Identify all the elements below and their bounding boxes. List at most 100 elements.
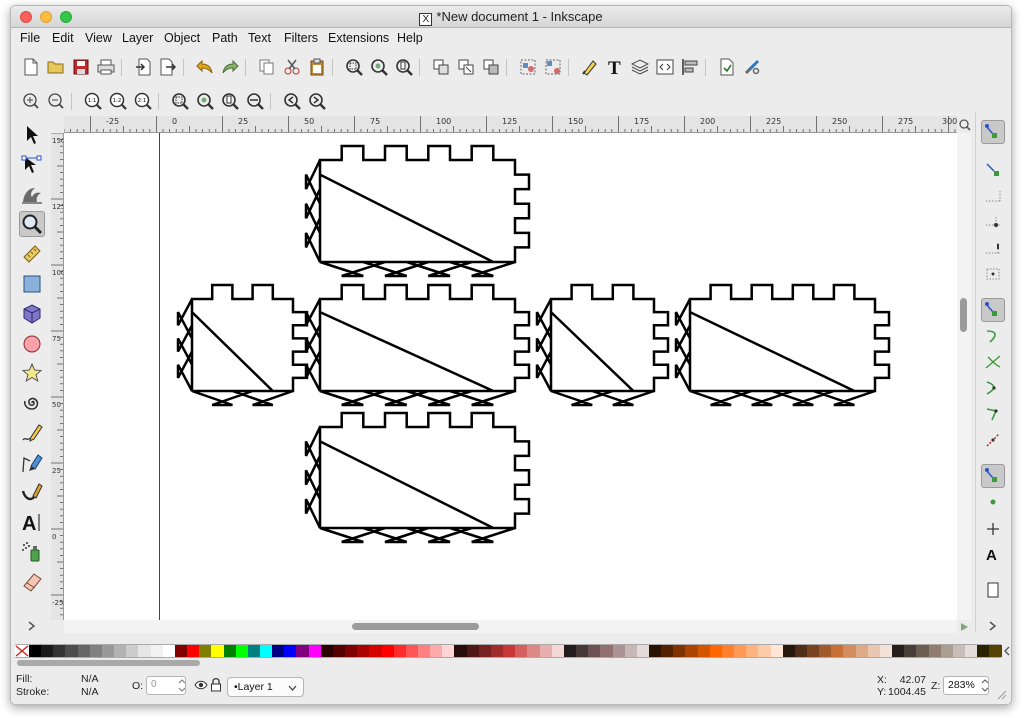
box-3d-icon[interactable]	[19, 301, 45, 327]
color-swatch[interactable]	[332, 645, 346, 657]
ellipse-icon[interactable]	[19, 331, 45, 357]
toolbox-more-icon[interactable]	[19, 613, 45, 639]
eraser-icon[interactable]	[19, 569, 45, 595]
resize-grip-icon[interactable]	[995, 688, 1007, 703]
snap-bbox-corner-icon[interactable]	[981, 210, 1005, 234]
color-swatch[interactable]	[466, 645, 479, 657]
current-layer-select[interactable]: •Layer 1	[227, 677, 304, 697]
color-swatch[interactable]	[418, 645, 431, 657]
zoom-next-icon[interactable]	[307, 91, 327, 111]
duplicate-icon[interactable]	[431, 57, 451, 77]
color-swatch[interactable]	[928, 645, 941, 657]
color-swatch[interactable]	[199, 645, 212, 657]
zoom-page-width-icon[interactable]	[245, 91, 265, 111]
color-swatch[interactable]	[746, 645, 759, 657]
paste-icon[interactable]	[307, 57, 327, 77]
color-swatch[interactable]	[807, 645, 820, 657]
no-paint-swatch[interactable]	[15, 645, 29, 657]
color-swatch[interactable]	[551, 645, 564, 657]
pencil-icon[interactable]	[19, 420, 45, 446]
color-swatch[interactable]	[685, 645, 698, 657]
palette-scrollbar[interactable]	[15, 659, 1001, 668]
menu-object[interactable]: Object	[164, 31, 200, 45]
zoom-1-2-icon[interactable]: 1:2	[108, 91, 128, 111]
zoom-previous-icon[interactable]	[282, 91, 302, 111]
menu-edit[interactable]: Edit	[52, 31, 74, 45]
color-swatch[interactable]	[794, 645, 807, 657]
copy-icon[interactable]	[257, 57, 277, 77]
color-swatch[interactable]	[892, 645, 905, 657]
snap-path-icon[interactable]	[981, 324, 1005, 348]
color-swatch[interactable]	[381, 645, 394, 657]
zoom-1-1-icon[interactable]: 1:1	[83, 91, 103, 111]
box-panel[interactable]	[304, 411, 531, 544]
export-icon[interactable]	[158, 57, 178, 77]
color-swatch[interactable]	[612, 645, 625, 657]
box-panel[interactable]	[535, 283, 670, 407]
menu-extensions[interactable]: Extensions	[328, 31, 389, 45]
color-swatch[interactable]	[308, 645, 321, 657]
redo-icon[interactable]	[220, 57, 240, 77]
rectangle-icon[interactable]	[19, 271, 45, 297]
color-swatch[interactable]	[758, 645, 771, 657]
menu-view[interactable]: View	[85, 31, 112, 45]
color-swatch[interactable]	[673, 645, 686, 657]
color-swatch[interactable]	[442, 645, 455, 657]
node-edit-icon[interactable]	[19, 152, 45, 178]
menu-text[interactable]: Text	[248, 31, 271, 45]
snap-intersection-icon[interactable]	[981, 350, 1005, 374]
menu-file[interactable]: File	[20, 31, 40, 45]
import-icon[interactable]	[133, 57, 153, 77]
color-swatch[interactable]	[782, 645, 795, 657]
snap-bbox-center-icon[interactable]	[981, 262, 1005, 286]
pen-icon[interactable]	[19, 450, 45, 476]
color-swatch[interactable]	[53, 645, 66, 657]
color-swatch[interactable]	[648, 645, 662, 657]
snap-cusp-icon[interactable]	[981, 376, 1005, 400]
zoom-corner-icon[interactable]	[957, 116, 973, 133]
box-pattern-drawing[interactable]	[64, 133, 957, 620]
horizontal-scroll-thumb[interactable]	[352, 623, 479, 630]
layers-icon[interactable]	[630, 57, 650, 77]
color-palette[interactable]	[15, 644, 1002, 658]
box-panel[interactable]	[304, 283, 531, 407]
color-swatch[interactable]	[636, 645, 649, 657]
color-swatch[interactable]	[454, 645, 467, 657]
cut-icon[interactable]	[282, 57, 302, 77]
color-swatch[interactable]	[770, 645, 783, 657]
clone-icon[interactable]	[456, 57, 476, 77]
color-swatch[interactable]	[272, 645, 285, 657]
box-panel[interactable]	[674, 283, 891, 407]
palette-scroll-thumb[interactable]	[17, 660, 200, 666]
color-swatch[interactable]	[563, 645, 577, 657]
vertical-scroll-thumb[interactable]	[960, 298, 967, 332]
eye-visibility-icon[interactable]	[194, 678, 208, 695]
selector-arrow-icon[interactable]	[19, 122, 45, 148]
color-swatch[interactable]	[357, 645, 370, 657]
unlink-clone-icon[interactable]	[481, 57, 501, 77]
menu-layer[interactable]: Layer	[122, 31, 153, 45]
color-swatch[interactable]	[138, 645, 151, 657]
color-swatch[interactable]	[503, 645, 516, 657]
color-swatch[interactable]	[150, 645, 163, 657]
color-swatch[interactable]	[624, 645, 637, 657]
color-swatch[interactable]	[223, 645, 236, 657]
snap-more-icon[interactable]	[981, 614, 1005, 638]
snap-bbox-icon[interactable]	[981, 158, 1005, 182]
color-swatch[interactable]	[101, 645, 115, 657]
spray-icon[interactable]	[19, 539, 45, 565]
zoom-page-icon[interactable]	[394, 57, 414, 77]
color-swatch[interactable]	[296, 645, 309, 657]
color-swatch[interactable]	[405, 645, 418, 657]
zoom-out-icon[interactable]	[46, 91, 66, 111]
color-swatch[interactable]	[187, 645, 200, 657]
menu-filters[interactable]: Filters	[284, 31, 318, 45]
calligraphy-icon[interactable]	[19, 479, 45, 505]
color-swatch[interactable]	[515, 645, 528, 657]
color-swatch[interactable]	[174, 645, 188, 657]
color-swatch[interactable]	[369, 645, 382, 657]
color-swatch[interactable]	[211, 645, 224, 657]
zoom-selection-icon[interactable]	[344, 57, 364, 77]
tweak-icon[interactable]	[19, 181, 45, 207]
document-properties-icon[interactable]	[717, 57, 737, 77]
